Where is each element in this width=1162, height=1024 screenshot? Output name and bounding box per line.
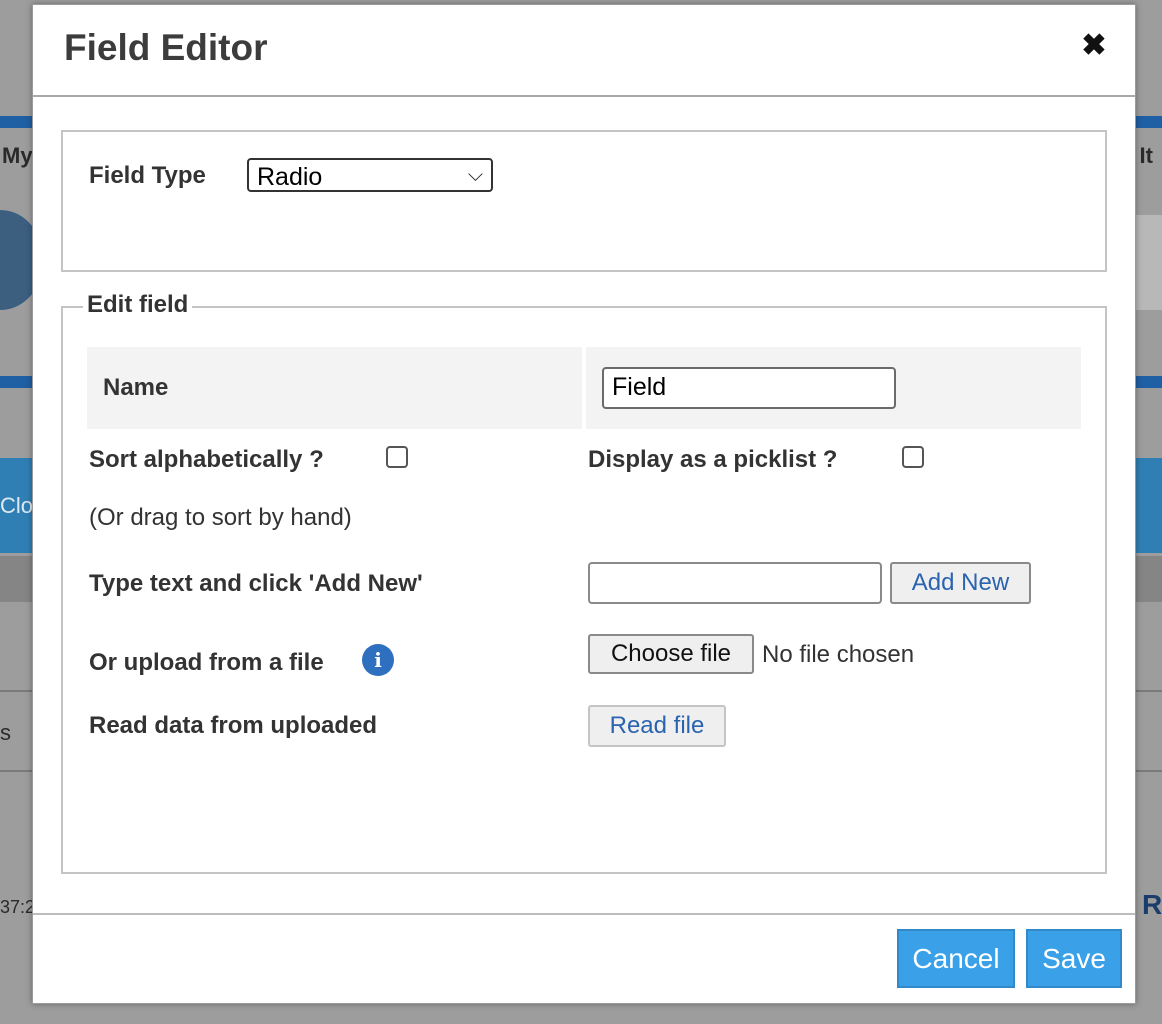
- edit-field-legend: Edit field: [83, 291, 193, 319]
- add-new-prompt: Type text and click 'Add New': [89, 570, 423, 597]
- background-text: R: [1142, 889, 1162, 920]
- cancel-button[interactable]: Cancel: [897, 929, 1015, 988]
- background-text: My: [2, 143, 33, 168]
- dialog-footer-divider: [33, 913, 1135, 915]
- sort-alphabetically-checkbox[interactable]: [386, 446, 408, 468]
- close-icon[interactable]: ✖: [1079, 31, 1109, 61]
- background-document-icon: [1134, 215, 1162, 310]
- background-text: Clo: [0, 493, 34, 518]
- no-file-chosen-text: No file chosen: [762, 641, 915, 668]
- read-file-button[interactable]: Read file: [588, 705, 726, 747]
- display-picklist-checkbox[interactable]: [902, 446, 924, 468]
- dialog-header: Field Editor ✖: [33, 5, 1135, 97]
- chevron-down-icon: ⌵: [467, 164, 483, 186]
- background-text: s: [0, 720, 11, 745]
- field-editor-dialog: Field Editor ✖ Field Type Radio ⌵ Edit f…: [32, 4, 1136, 1004]
- drag-sort-hint: (Or drag to sort by hand): [89, 504, 352, 531]
- field-type-section: Field Type Radio ⌵: [61, 130, 1107, 272]
- name-label-cell: Name: [87, 347, 582, 429]
- display-picklist-label: Display as a picklist ?: [588, 446, 838, 473]
- field-type-label: Field Type: [89, 162, 206, 189]
- dialog-title: Field Editor: [64, 27, 268, 68]
- info-icon[interactable]: i: [362, 644, 394, 676]
- name-input[interactable]: Field: [602, 367, 896, 409]
- name-input-cell: Field: [586, 347, 1081, 429]
- edit-field-fieldset: Edit field Name Field Sort alphabeticall…: [61, 291, 1107, 874]
- choose-file-button[interactable]: Choose file: [588, 634, 754, 674]
- upload-from-file-label: Or upload from a file: [89, 649, 324, 676]
- field-type-selected-value: Radio: [257, 163, 323, 191]
- field-type-select[interactable]: Radio ⌵: [247, 158, 493, 192]
- add-new-input[interactable]: [588, 562, 882, 604]
- save-button[interactable]: Save: [1026, 929, 1122, 988]
- read-data-label: Read data from uploaded: [89, 712, 378, 739]
- name-label: Name: [103, 374, 169, 401]
- add-new-button[interactable]: Add New: [890, 562, 1031, 604]
- background-panel: [1134, 458, 1162, 553]
- sort-alphabetically-label: Sort alphabetically ?: [89, 446, 324, 473]
- background-text: 37:2: [0, 897, 36, 917]
